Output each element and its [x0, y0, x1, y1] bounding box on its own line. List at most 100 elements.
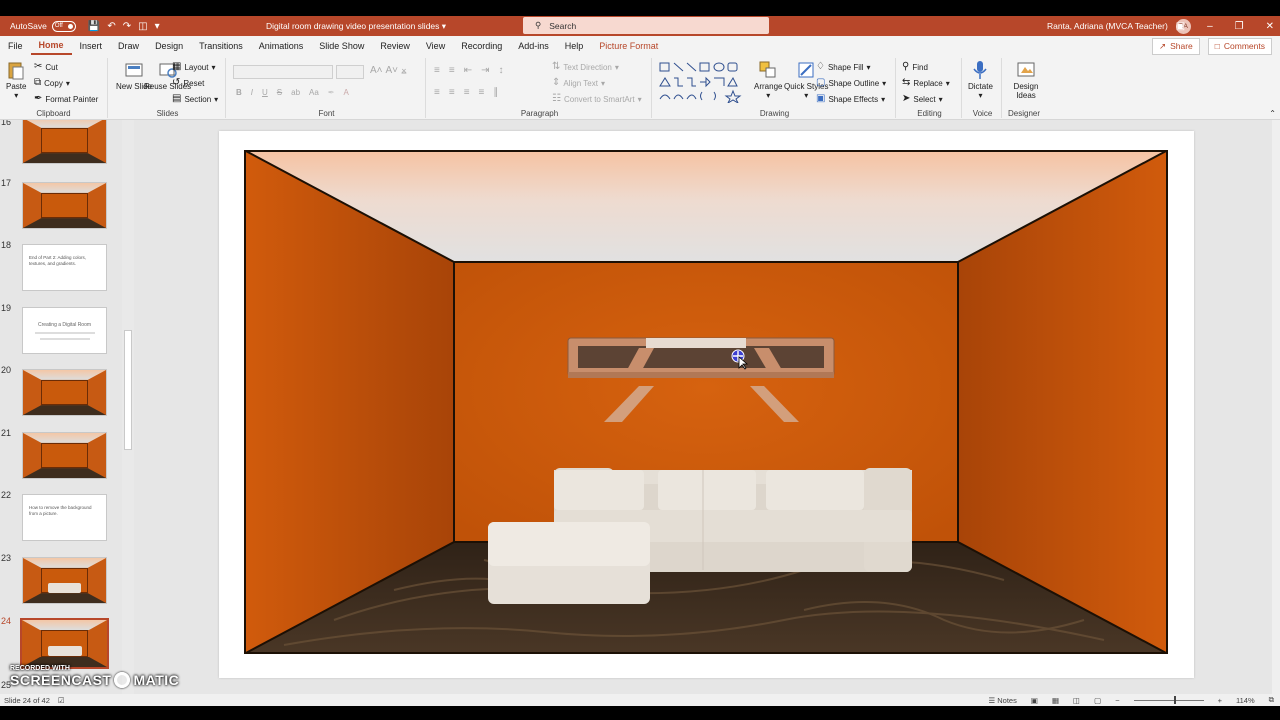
close-icon[interactable]: ✕	[1266, 21, 1274, 32]
share-button[interactable]: ↗ Share	[1151, 37, 1200, 55]
thumbnail-image[interactable]	[20, 618, 109, 669]
thumbnail-image[interactable]: How to remove the background from a pict…	[22, 494, 107, 541]
format-painter-button[interactable]: ✒ Format Painter	[34, 94, 98, 104]
font-grow-shrink[interactable]: A˄ A˅ ⨱	[370, 66, 407, 76]
screencast-logo-icon	[114, 672, 131, 688]
dictate-button[interactable]: Dictate ▾	[968, 60, 993, 100]
minimize-icon[interactable]: –	[1207, 21, 1213, 32]
collapse-ribbon-icon[interactable]: ⌃	[1269, 109, 1276, 118]
font-name-combobox[interactable]	[233, 65, 333, 79]
tab-transitions[interactable]: Transitions	[191, 41, 251, 51]
shapes-gallery[interactable]	[658, 61, 750, 103]
tab-view[interactable]: View	[418, 41, 453, 51]
thumbnail-image[interactable]	[22, 369, 107, 416]
document-title[interactable]: Digital room drawing video presentation …	[266, 21, 446, 32]
design-ideas-button[interactable]: Design Ideas	[1008, 60, 1044, 100]
shape-outline-button[interactable]: ▢ Shape Outline ▾	[816, 78, 886, 88]
tab-animations[interactable]: Animations	[251, 41, 312, 51]
underline-icon[interactable]: U	[262, 88, 268, 97]
paste-button[interactable]: Paste ▾	[6, 60, 26, 100]
align-center-icon[interactable]: ≡	[449, 88, 455, 98]
restore-icon[interactable]: ❐	[1235, 21, 1244, 32]
thumbnail-scrollbar[interactable]	[122, 120, 134, 694]
tab-review[interactable]: Review	[372, 41, 418, 51]
replace-button[interactable]: ⇆ Replace ▾	[902, 78, 950, 88]
quick-access-toolbar: 💾 ↶ ↷ ◫ ▾	[88, 21, 160, 32]
search-box[interactable]: ⚲ Search	[523, 17, 769, 34]
user-account[interactable]: Ranta, Adriana (MVCA Teacher) RA	[1047, 18, 1191, 34]
change-case-icon[interactable]: Aa	[309, 88, 319, 97]
thumbnail-image[interactable]: End of Part 2: Adding colors, textures, …	[22, 244, 107, 291]
present-icon[interactable]: ◫	[138, 21, 147, 32]
bold-icon[interactable]: B	[236, 88, 242, 97]
columns-icon[interactable]: ∥	[493, 88, 498, 98]
tab-help[interactable]: Help	[557, 41, 592, 51]
shape-fill-button[interactable]: ♢ Shape Fill ▾	[816, 62, 871, 72]
accessibility-icon[interactable]: ☑	[58, 696, 65, 705]
bullets-icon[interactable]: ≡	[434, 66, 440, 76]
tab-add-ins[interactable]: Add-ins	[510, 41, 557, 51]
reset-button[interactable]: ↺ Reset	[172, 78, 204, 88]
autosave-switch[interactable]: Off	[51, 20, 76, 32]
thumbnail-image[interactable]	[22, 432, 107, 479]
line-spacing-icon[interactable]: ↕	[498, 66, 503, 76]
strikethrough-icon[interactable]: S	[277, 88, 282, 97]
section-button[interactable]: ▤ Section ▾	[172, 94, 218, 104]
align-left-icon[interactable]: ≡	[434, 88, 440, 98]
layout-button[interactable]: ▦ Layout ▾	[172, 62, 216, 72]
room-drawing[interactable]	[244, 150, 1168, 654]
redo-icon[interactable]: ↷	[123, 21, 131, 32]
comments-button[interactable]: □ Comments	[1207, 37, 1272, 55]
font-color-icon[interactable]: A	[344, 88, 349, 97]
font-size-combobox[interactable]	[336, 65, 364, 79]
normal-view-icon[interactable]: ▣	[1031, 696, 1038, 705]
zoom-slider[interactable]	[1133, 695, 1204, 704]
tab-insert[interactable]: Insert	[72, 41, 111, 51]
zoom-out-icon[interactable]: −	[1115, 696, 1119, 705]
tab-design[interactable]: Design	[147, 41, 191, 51]
customize-qat-icon[interactable]: ▾	[155, 21, 160, 32]
canvas-scrollbar[interactable]	[1272, 120, 1280, 694]
decrease-indent-icon[interactable]: ⇤	[464, 66, 472, 76]
copy-button[interactable]: ⧉ Copy ▾	[34, 78, 70, 88]
increase-indent-icon[interactable]: ⇥	[481, 66, 489, 76]
notes-button[interactable]: ☰ Notes	[988, 696, 1016, 705]
arrange-button[interactable]: Arrange ▾	[754, 60, 782, 100]
tab-draw[interactable]: Draw	[110, 41, 147, 51]
scrollbar-thumb[interactable]	[124, 330, 132, 450]
shape-effects-button[interactable]: ▣ Shape Effects ▾	[816, 94, 885, 104]
zoom-level[interactable]: 114%	[1236, 696, 1255, 705]
slideshow-icon[interactable]: ▢	[1094, 696, 1101, 705]
find-button[interactable]: ⚲ Find	[902, 62, 928, 72]
thumbnail-image[interactable]: Creating a Digital Room	[22, 307, 107, 354]
numbering-icon[interactable]: ≡	[449, 66, 455, 76]
slide-sorter-icon[interactable]: ▦	[1052, 696, 1059, 705]
align-right-icon[interactable]: ≡	[464, 88, 470, 98]
tab-slide-show[interactable]: Slide Show	[311, 41, 372, 51]
autosave-toggle[interactable]: AutoSave Off	[0, 20, 76, 32]
align-text-button[interactable]: ⇕ Align Text ▾	[552, 78, 605, 88]
text-direction-button[interactable]: ⇅ Text Direction ▾	[552, 62, 619, 72]
tab-recording[interactable]: Recording	[453, 41, 510, 51]
zoom-in-icon[interactable]: +	[1218, 696, 1222, 705]
highlight-icon[interactable]: ✒	[328, 88, 335, 97]
thumbnail-image[interactable]	[22, 120, 107, 164]
tab-file[interactable]: File	[0, 41, 31, 51]
thumbnail-image[interactable]	[22, 182, 107, 229]
thumbnail-image[interactable]	[22, 557, 107, 604]
save-icon[interactable]: 💾	[88, 21, 100, 32]
select-button[interactable]: ➤ Select ▾	[902, 94, 943, 104]
char-spacing-icon[interactable]: ab	[291, 88, 300, 97]
reading-view-icon[interactable]: ◫	[1073, 696, 1080, 705]
italic-icon[interactable]: I	[251, 88, 253, 97]
slides-label: Slides	[156, 109, 179, 118]
ribbon-display-icon[interactable]: ▣	[1176, 21, 1185, 32]
fit-to-window-icon[interactable]: ⧉	[1269, 695, 1274, 705]
justify-icon[interactable]: ≡	[479, 88, 485, 98]
convert-smartart-button[interactable]: ☷ Convert to SmartArt ▾	[552, 94, 642, 104]
tab-picture-format[interactable]: Picture Format	[591, 41, 666, 51]
undo-icon[interactable]: ↶	[107, 21, 115, 32]
cut-button[interactable]: ✂ Cut	[34, 62, 58, 72]
tab-home[interactable]: Home	[30, 37, 72, 55]
slide-thumbnail-pane[interactable]: 16 17 18 End of Part 2: Adding colors, t…	[0, 120, 134, 694]
